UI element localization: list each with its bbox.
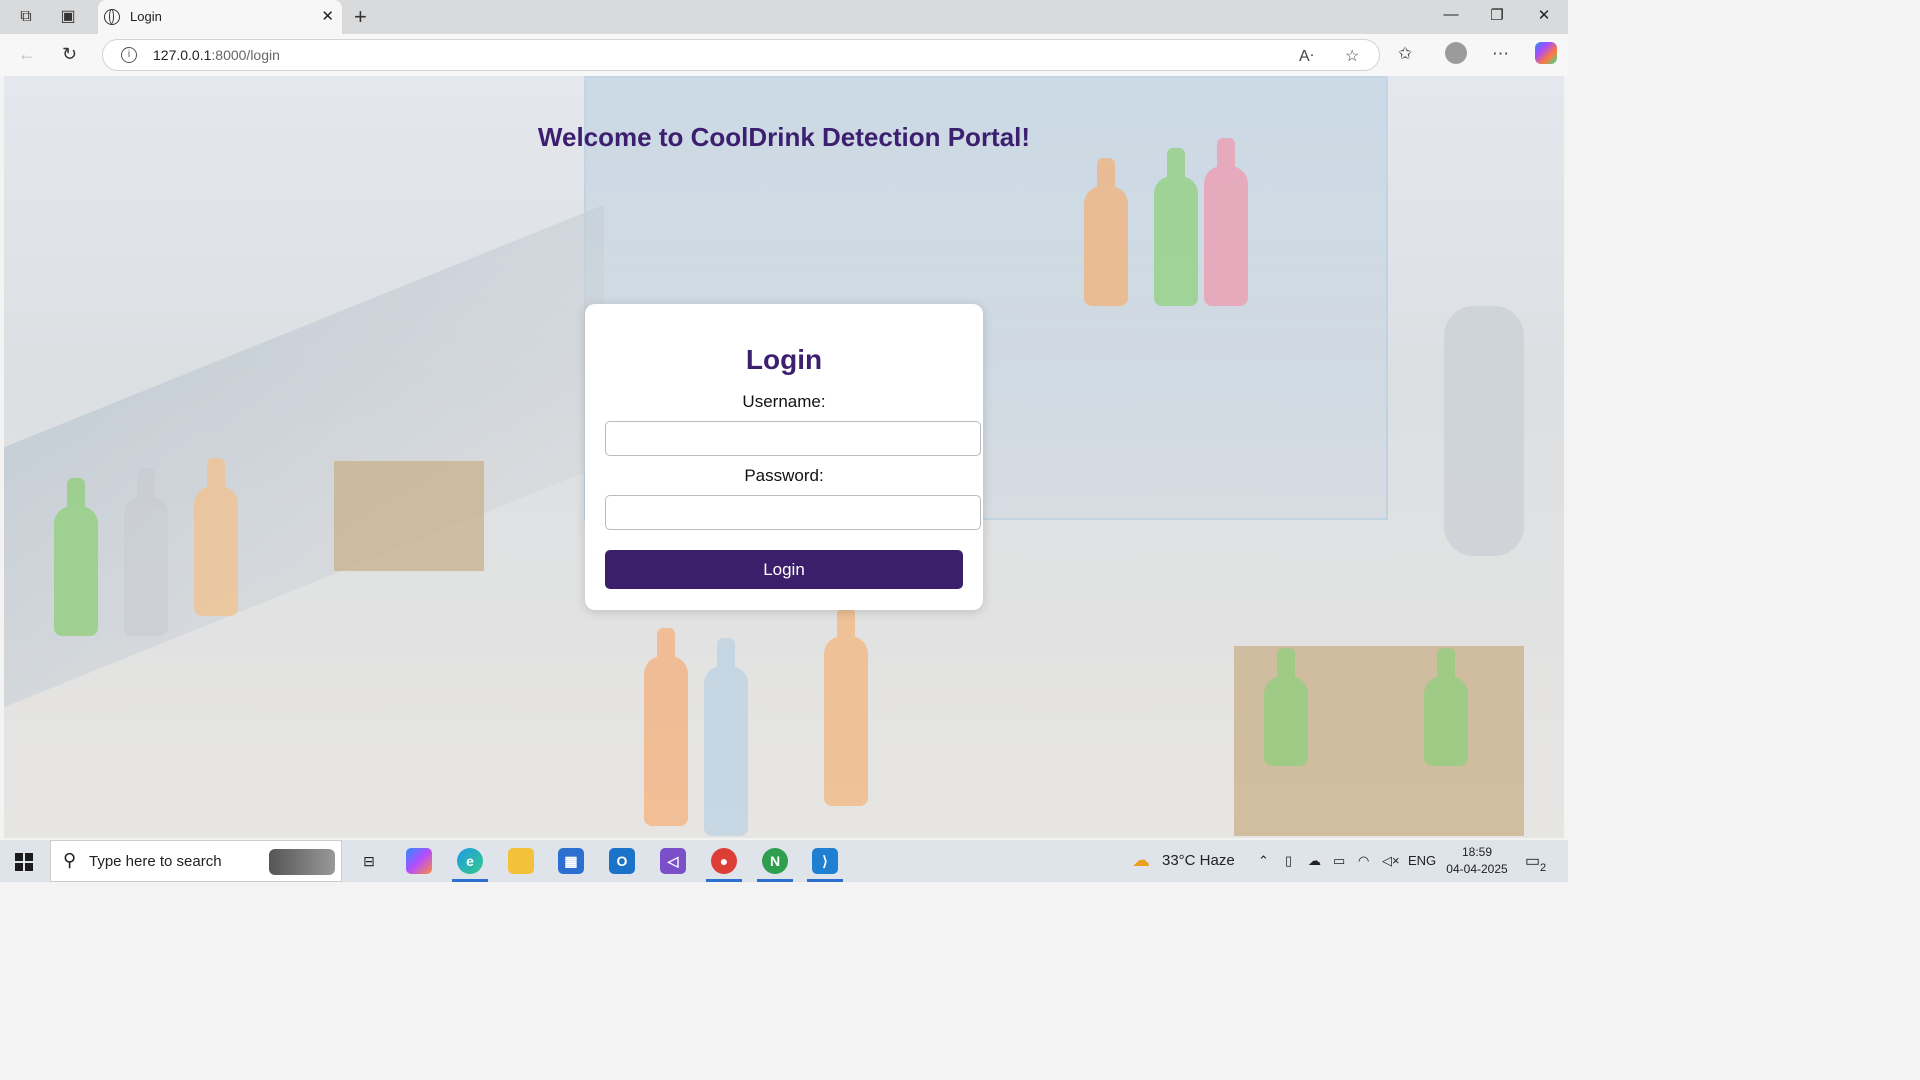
address-bar[interactable]: i 127.0.0.1:8000/login Aᐧ ☆ <box>102 39 1380 71</box>
weather-text[interactable]: 33°C Haze <box>1162 852 1235 869</box>
restore-icon[interactable]: ❐ <box>1482 6 1512 24</box>
info-icon[interactable]: i <box>121 47 137 63</box>
background-bottle <box>1264 648 1308 766</box>
background-bottle <box>1084 158 1128 306</box>
background-bottle <box>194 458 238 616</box>
clock[interactable]: 18:59 04-04-2025 <box>1444 844 1510 878</box>
background-bottle <box>704 638 748 836</box>
more-options-icon[interactable]: ⋯ <box>1492 44 1509 64</box>
search-icon: ⚲ <box>63 850 77 870</box>
show-hidden-icons-icon[interactable]: ⌃ <box>1258 853 1269 869</box>
windows-start-icon[interactable] <box>15 853 33 871</box>
url-text[interactable]: 127.0.0.1:8000/login <box>153 47 280 63</box>
search-highlight-icon <box>269 849 335 875</box>
workspaces-icon[interactable]: ⧉ <box>16 7 36 27</box>
file-explorer-icon[interactable] <box>508 848 534 874</box>
clock-date: 04-04-2025 <box>1446 862 1508 876</box>
onedrive-icon[interactable]: ☁ <box>1308 853 1321 869</box>
background-box <box>334 461 484 571</box>
password-input[interactable] <box>605 495 981 530</box>
background-bottle <box>1154 148 1198 306</box>
copilot-icon[interactable] <box>1535 42 1557 64</box>
background-bottle <box>644 628 688 826</box>
favorites-icon[interactable]: ✩ <box>1398 44 1412 64</box>
vertical-tabs-icon[interactable]: ▣ <box>58 7 78 27</box>
browser-titlebar: ⧉ ▣ Login ✕ + — ❐ ✕ <box>0 0 1568 34</box>
browser-tab[interactable]: Login ✕ <box>98 0 342 34</box>
windows-taskbar: ⚲ Type here to search ⊟ e ▦ O ◁ ● N ⟩ ☁ … <box>0 840 1568 882</box>
open-app-indicator <box>706 879 742 882</box>
taskbar-search[interactable]: ⚲ Type here to search <box>50 840 342 882</box>
username-label: Username: <box>742 392 826 411</box>
url-path: :8000/login <box>211 47 280 63</box>
background-bottle <box>824 608 868 806</box>
battery-icon[interactable]: ▭ <box>1333 853 1345 869</box>
read-aloud-icon[interactable]: Aᐧ <box>1299 46 1314 66</box>
browser-toolbar: ← ↻ i 127.0.0.1:8000/login Aᐧ ☆ ✩ ⋯ <box>0 34 1568 76</box>
username-input[interactable] <box>605 421 981 456</box>
task-view-icon[interactable]: ⊟ <box>356 848 382 874</box>
login-card: Login Username: Password: Login <box>585 304 983 610</box>
login-title: Login <box>745 344 823 375</box>
favorite-star-icon[interactable]: ☆ <box>1345 46 1359 66</box>
weather-icon[interactable]: ☁ <box>1132 850 1150 871</box>
background-robot <box>1444 306 1524 556</box>
clock-time: 18:59 <box>1461 845 1493 859</box>
profile-avatar[interactable] <box>1445 42 1467 64</box>
background-bottle <box>124 468 168 636</box>
device-icon[interactable]: ▯ <box>1285 853 1292 869</box>
store-icon[interactable]: ▦ <box>558 848 584 874</box>
active-app-indicator <box>452 879 488 882</box>
wifi-icon[interactable]: ◠ <box>1358 853 1369 869</box>
globe-icon <box>104 9 120 25</box>
chrome-icon[interactable]: ● <box>711 848 737 874</box>
login-button[interactable]: Login <box>605 550 963 589</box>
edge-icon[interactable]: e <box>457 848 483 874</box>
login-page: Welcome to CoolDrink Detection Portal! L… <box>4 76 1564 838</box>
outlook-icon[interactable]: O <box>609 848 635 874</box>
vscode-icon[interactable]: ⟩ <box>812 848 838 874</box>
back-icon[interactable]: ← <box>18 44 36 65</box>
open-app-indicator <box>757 879 793 882</box>
notification-count: 2 <box>1540 862 1547 874</box>
chrome-profile-icon[interactable]: N <box>762 848 788 874</box>
url-host: 127.0.0.1 <box>153 47 212 63</box>
volume-muted-icon[interactable]: ◁× <box>1382 853 1400 869</box>
visual-studio-icon[interactable]: ◁ <box>660 848 686 874</box>
notifications-icon[interactable]: ▭ <box>1525 851 1540 871</box>
password-label: Password: <box>744 466 824 485</box>
language-indicator[interactable]: ENG <box>1408 853 1436 868</box>
search-placeholder: Type here to search <box>89 853 222 870</box>
background-bottle <box>1424 648 1468 766</box>
background-bottle <box>1204 138 1248 306</box>
tab-title: Login <box>130 9 162 24</box>
refresh-icon[interactable]: ↻ <box>62 44 77 65</box>
copilot-app-icon[interactable] <box>406 848 432 874</box>
new-tab-icon[interactable]: + <box>354 4 367 30</box>
open-app-indicator <box>807 879 843 882</box>
close-tab-icon[interactable]: ✕ <box>321 7 334 25</box>
minimize-icon[interactable]: — <box>1436 6 1466 23</box>
background-bottle <box>54 478 98 636</box>
close-window-icon[interactable]: ✕ <box>1529 6 1559 24</box>
page-title: Welcome to CoolDrink Detection Portal! <box>537 122 1031 152</box>
